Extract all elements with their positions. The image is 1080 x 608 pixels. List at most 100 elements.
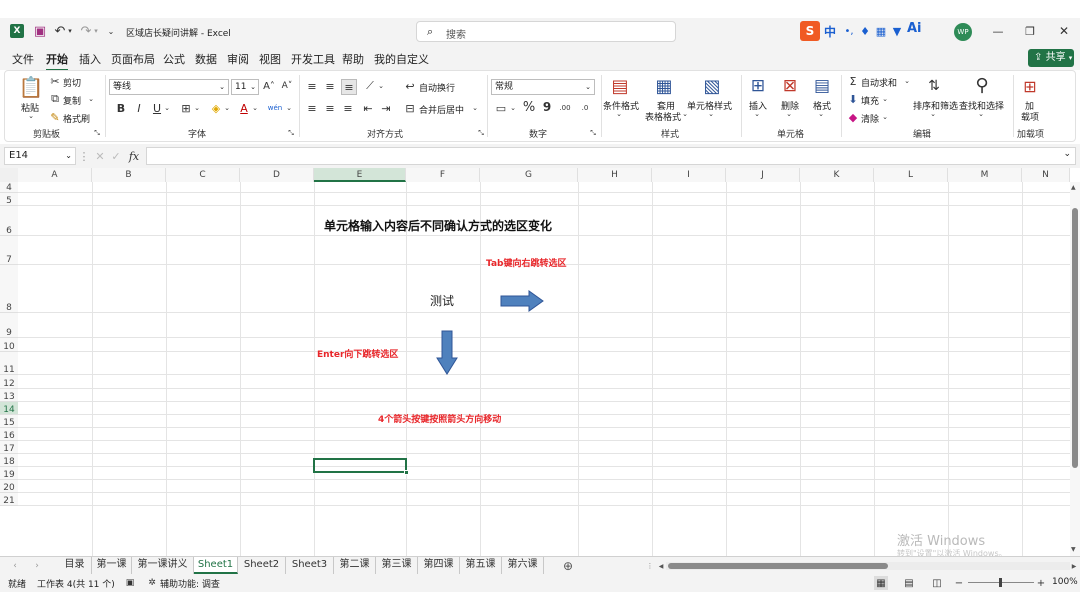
expand-formula-icon[interactable]: ⌄: [1063, 149, 1071, 159]
increase-decimal-icon[interactable]: .00: [557, 101, 573, 115]
insert-dropdown-icon[interactable]: ⌄: [753, 109, 761, 119]
increase-indent-icon[interactable]: ⇥: [379, 101, 393, 115]
zoom-level[interactable]: 100%: [1052, 577, 1078, 587]
format-as-table-icon[interactable]: ▦: [653, 75, 675, 97]
column-header-f[interactable]: F: [406, 168, 480, 182]
copy-button[interactable]: 复制: [63, 94, 81, 107]
restore-icon[interactable]: ❐: [1022, 23, 1038, 39]
font-launcher-icon[interactable]: ⤡: [287, 129, 295, 137]
format-painter-icon[interactable]: ✎: [49, 111, 61, 124]
menu-insert[interactable]: 插入: [79, 51, 101, 67]
copy-dropdown-icon[interactable]: ⌄: [87, 94, 95, 104]
microphone-icon[interactable]: ♦: [858, 23, 872, 39]
column-header-m[interactable]: M: [948, 168, 1022, 182]
accounting-dropdown-icon[interactable]: ⌄: [509, 101, 517, 115]
column-header-g[interactable]: G: [480, 168, 578, 182]
row-header-13[interactable]: 13: [0, 389, 18, 402]
sort-filter-icon[interactable]: ⇅: [923, 75, 945, 97]
align-bottom-icon[interactable]: ≡: [341, 79, 357, 95]
menu-data[interactable]: 数据: [195, 51, 217, 67]
percent-style-button[interactable]: %: [521, 99, 537, 115]
cut-icon[interactable]: ✂: [49, 75, 61, 88]
comma-style-button[interactable]: 9: [541, 99, 553, 115]
minimize-icon[interactable]: —: [990, 23, 1006, 39]
row-header-21[interactable]: 21: [0, 493, 18, 506]
format-cells-icon[interactable]: ▤: [811, 75, 833, 97]
clear-button[interactable]: 清除: [861, 112, 879, 125]
page-break-view-icon[interactable]: ◫: [930, 576, 944, 590]
add-ins-icon[interactable]: ⊞: [1019, 75, 1041, 97]
row-header-8[interactable]: 8: [0, 265, 18, 313]
decrease-decimal-icon[interactable]: .0: [577, 101, 593, 115]
decrease-indent-icon[interactable]: ⇤: [361, 101, 375, 115]
row-header-7[interactable]: 7: [0, 236, 18, 265]
delete-cells-icon[interactable]: ⊠: [779, 75, 801, 97]
row-header-5[interactable]: 5: [0, 193, 18, 206]
row-header-17[interactable]: 17: [0, 441, 18, 454]
cancel-icon[interactable]: ✕: [94, 148, 106, 164]
autosum-icon[interactable]: Σ: [847, 75, 859, 88]
arrow-keys-note[interactable]: 4个箭头按键按照箭头方向移动: [378, 412, 501, 425]
scroll-down-icon[interactable]: ▼: [1071, 546, 1076, 553]
menu-review[interactable]: 审阅: [227, 51, 249, 67]
row-header-10[interactable]: 10: [0, 338, 18, 352]
column-header-b[interactable]: B: [92, 168, 166, 182]
test-text[interactable]: 测试: [430, 292, 454, 309]
sheet-tab-sheet3[interactable]: Sheet3: [286, 557, 334, 574]
clipboard-launcher-icon[interactable]: ⤡: [93, 129, 101, 137]
undo-dropdown-icon[interactable]: ▾: [66, 24, 74, 38]
decrease-font-icon[interactable]: A˅: [280, 79, 294, 93]
conditional-formatting-icon[interactable]: ▤: [609, 75, 631, 97]
keyboard-icon[interactable]: ▦: [874, 23, 888, 39]
name-box[interactable]: E14 ⌄: [4, 147, 76, 165]
orientation-icon[interactable]: ⟋: [363, 79, 377, 93]
fill-handle[interactable]: [404, 470, 409, 475]
column-header-d[interactable]: D: [240, 168, 314, 182]
align-middle-icon[interactable]: ≡: [323, 79, 337, 93]
bold-button[interactable]: B: [115, 101, 127, 115]
wrap-text-icon[interactable]: ↩: [403, 79, 417, 93]
horizontal-scrollbar[interactable]: [666, 562, 1070, 570]
horizontal-scroll-thumb[interactable]: [668, 563, 888, 569]
search-box[interactable]: ⌕ 搜索: [416, 21, 676, 42]
skin-icon[interactable]: ▼: [890, 23, 904, 39]
hscroll-right-icon[interactable]: ▶: [1070, 559, 1078, 573]
column-header-h[interactable]: H: [578, 168, 652, 182]
zoom-slider-thumb[interactable]: [999, 578, 1002, 587]
underline-dropdown-icon[interactable]: ⌄: [163, 101, 171, 115]
selected-cell-e14[interactable]: [313, 458, 407, 473]
column-header-i[interactable]: I: [652, 168, 726, 182]
sheet-tab-lesson5[interactable]: 第五课: [460, 557, 502, 574]
increase-font-icon[interactable]: A˄: [262, 79, 276, 93]
sogou-ime-icon[interactable]: S: [800, 21, 820, 41]
cut-button[interactable]: 剪切: [63, 76, 81, 89]
menu-view[interactable]: 视图: [259, 51, 281, 67]
format-painter-button[interactable]: 格式刷: [63, 112, 90, 125]
tab-split-icon[interactable]: ⋮: [646, 559, 654, 573]
column-header-e[interactable]: E: [314, 168, 406, 182]
tab-key-note[interactable]: Tab键向右跳转选区: [486, 256, 567, 269]
fill-color-icon[interactable]: ◈: [209, 101, 223, 115]
enter-key-note[interactable]: Enter向下跳转选区: [317, 347, 398, 360]
row-header-19[interactable]: 19: [0, 467, 18, 480]
select-all-corner[interactable]: [0, 168, 18, 182]
zoom-out-icon[interactable]: −: [954, 576, 964, 590]
paste-icon[interactable]: 📋: [19, 75, 44, 99]
normal-view-icon[interactable]: ▦: [874, 576, 888, 590]
insert-cells-icon[interactable]: ⊞: [747, 75, 769, 97]
macro-record-icon[interactable]: ▣: [124, 576, 136, 590]
fill-button[interactable]: 填充: [861, 94, 879, 107]
wrap-text-button[interactable]: 自动换行: [419, 81, 455, 94]
punctuation-icon[interactable]: •,: [842, 23, 856, 39]
find-select-icon[interactable]: ⚲: [971, 73, 993, 97]
zoom-slider[interactable]: [968, 578, 1034, 587]
delete-dropdown-icon[interactable]: ⌄: [785, 109, 793, 119]
font-color-icon[interactable]: A: [237, 101, 251, 115]
fill-color-dropdown-icon[interactable]: ⌄: [223, 101, 231, 115]
phonetic-guide-icon[interactable]: wén: [267, 101, 283, 115]
row-header-20[interactable]: 20: [0, 480, 18, 493]
column-header-j[interactable]: J: [726, 168, 800, 182]
find-dropdown-icon[interactable]: ⌄: [977, 109, 985, 119]
clear-icon[interactable]: ◆: [847, 111, 859, 124]
phonetic-dropdown-icon[interactable]: ⌄: [285, 101, 293, 115]
